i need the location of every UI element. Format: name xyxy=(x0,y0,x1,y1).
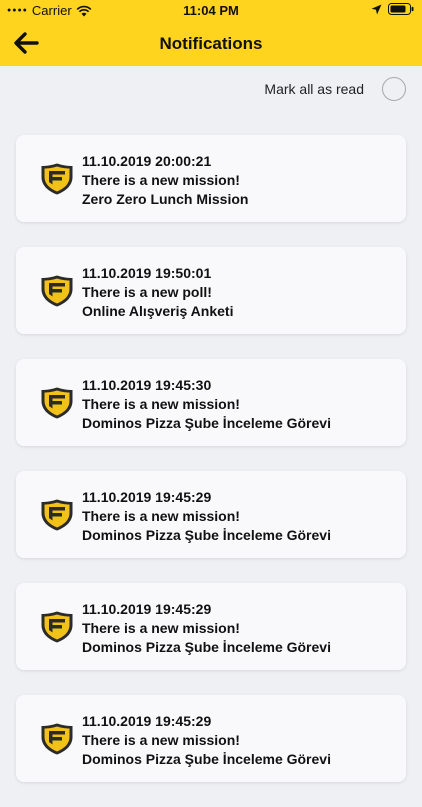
notification-type: There is a new mission! xyxy=(82,732,240,748)
shield-logo-icon xyxy=(41,611,73,643)
notification-datetime: 11.10.2019 19:45:30 xyxy=(82,377,212,393)
status-time: 11:04 PM xyxy=(183,3,239,18)
notification-card[interactable]: 11.10.2019 19:45:29 There is a new missi… xyxy=(16,695,406,782)
shield-logo-icon xyxy=(41,499,73,531)
notification-type: There is a new mission! xyxy=(82,508,240,524)
notification-title: Online Alışveriş Anketi xyxy=(82,303,234,319)
notification-title: Dominos Pizza Şube İnceleme Görevi xyxy=(82,639,331,655)
notification-card[interactable]: 11.10.2019 20:00:21 There is a new missi… xyxy=(16,135,406,222)
notification-datetime: 11.10.2019 19:50:01 xyxy=(82,265,212,281)
notification-type: There is a new mission! xyxy=(82,172,240,188)
notification-title: Zero Zero Lunch Mission xyxy=(82,191,249,207)
notification-card[interactable]: 11.10.2019 19:45:29 There is a new missi… xyxy=(16,583,406,670)
notification-type: There is a new mission! xyxy=(82,620,240,636)
notification-card[interactable]: 11.10.2019 19:45:29 There is a new missi… xyxy=(16,471,406,558)
mark-all-row: Mark all as read xyxy=(264,74,406,104)
nav-bar: Notifications xyxy=(0,22,422,66)
notification-card[interactable]: 11.10.2019 19:50:01 There is a new poll!… xyxy=(16,247,406,334)
notification-list: 11.10.2019 20:00:21 There is a new missi… xyxy=(16,135,406,807)
notification-title: Dominos Pizza Şube İnceleme Görevi xyxy=(82,751,331,767)
notification-datetime: 11.10.2019 20:00:21 xyxy=(82,153,212,169)
shield-logo-icon xyxy=(41,163,73,195)
notification-title: Dominos Pizza Şube İnceleme Görevi xyxy=(82,415,331,431)
shield-logo-icon xyxy=(41,387,73,419)
mark-all-radio[interactable] xyxy=(382,77,406,101)
shield-logo-icon xyxy=(41,723,73,755)
status-bar: ●●●● Carrier 11:04 PM xyxy=(0,0,422,22)
mark-all-label: Mark all as read xyxy=(264,81,364,97)
notification-card[interactable]: 11.10.2019 19:45:30 There is a new missi… xyxy=(16,359,406,446)
notification-title: Dominos Pizza Şube İnceleme Görevi xyxy=(82,527,331,543)
notification-datetime: 11.10.2019 19:45:29 xyxy=(82,489,212,505)
notification-datetime: 11.10.2019 19:45:29 xyxy=(82,601,212,617)
notification-datetime: 11.10.2019 19:45:29 xyxy=(82,713,212,729)
shield-logo-icon xyxy=(41,275,73,307)
notification-type: There is a new poll! xyxy=(82,284,212,300)
location-arrow-icon xyxy=(371,4,382,14)
page-title: Notifications xyxy=(159,34,263,53)
notification-type: There is a new mission! xyxy=(82,396,240,412)
battery-icon xyxy=(388,3,414,15)
app-header: ●●●● Carrier 11:04 PM Notifications xyxy=(0,0,422,66)
